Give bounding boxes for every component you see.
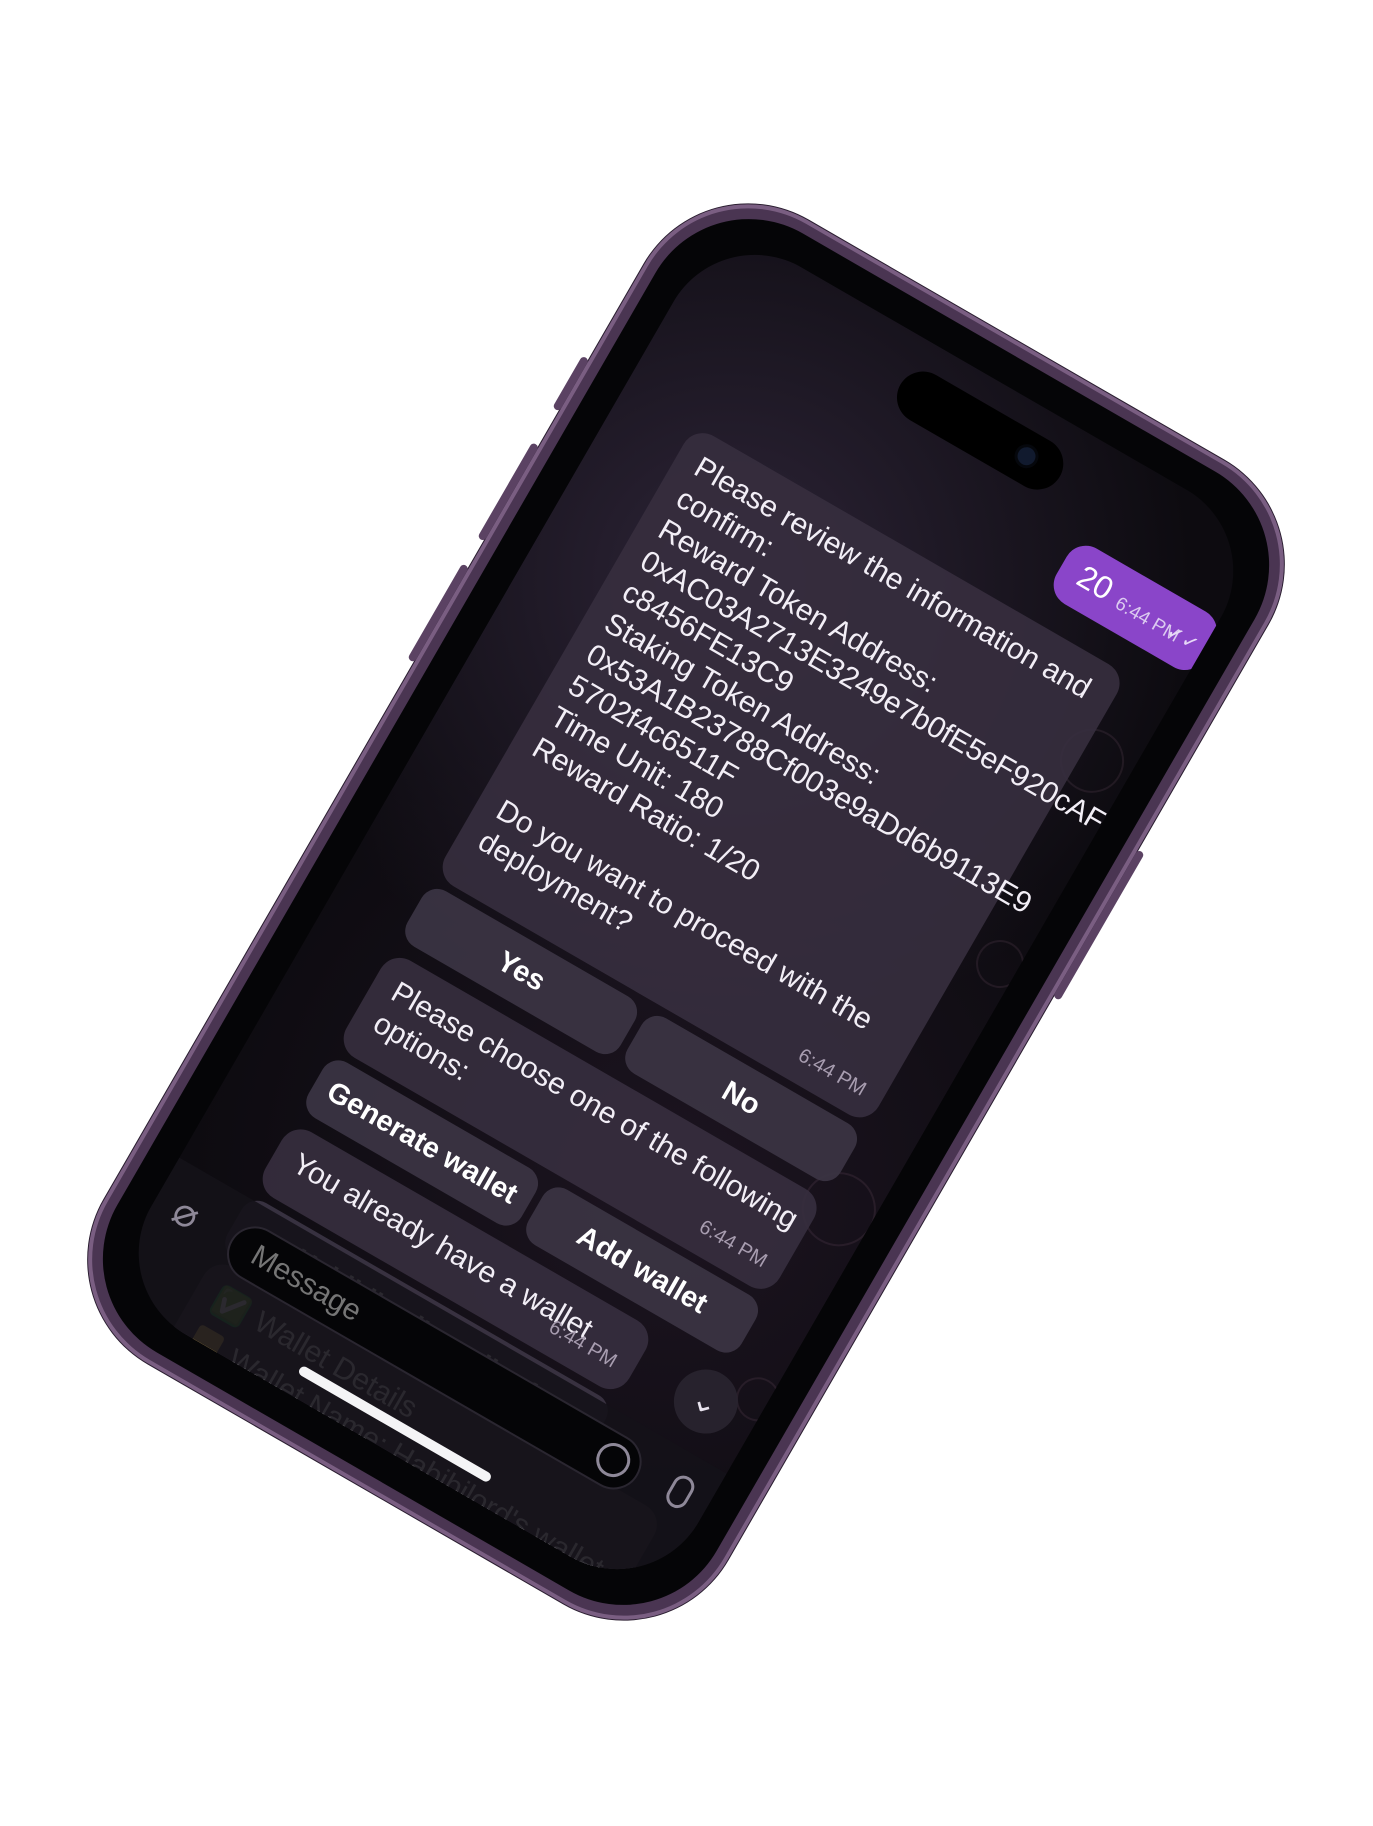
chevron-down-icon[interactable]: ⌄ [662, 1357, 750, 1446]
phone-frame: 20 6:44 PM ✓✓ Please review the informat… [44, 160, 1328, 1664]
background-doodle [967, 931, 1033, 997]
dynamic-island [887, 362, 1073, 500]
front-camera [1014, 443, 1039, 469]
review-message[interactable]: Please review the information and confir… [434, 425, 1128, 1126]
microphone-icon[interactable] [662, 1471, 699, 1513]
paperclip-icon[interactable]: ⌀ [164, 1188, 208, 1240]
bezel: 20 6:44 PM ✓✓ Please review the informat… [63, 179, 1309, 1645]
outgoing-text: 20 [1070, 558, 1120, 608]
chat-screen: 20 6:44 PM ✓✓ Please review the informat… [104, 220, 1268, 1604]
